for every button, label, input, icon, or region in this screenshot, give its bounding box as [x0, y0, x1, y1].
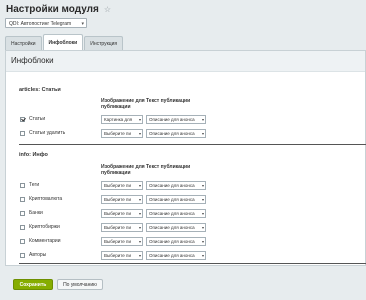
tab-instructions[interactable]: Инструкция: [84, 36, 124, 50]
tab-infoblocks[interactable]: Инфоблоки: [42, 34, 84, 50]
text-select[interactable]: Описание для анонса ▾: [146, 223, 206, 232]
iblock-checkbox[interactable]: [20, 182, 25, 188]
chevron-down-icon: ▾: [201, 253, 204, 258]
chevron-down-icon: ▾: [138, 253, 141, 258]
chevron-down-icon: ▾: [138, 211, 141, 216]
text-select[interactable]: Описание для анонса ▾: [146, 195, 206, 204]
iblock-row-label: Комментарии: [20, 238, 61, 244]
chevron-down-icon: ▾: [201, 183, 204, 188]
chevron-down-icon: ▾: [201, 131, 204, 136]
iblock-checkbox[interactable]: [20, 116, 25, 122]
chevron-down-icon: ▾: [138, 183, 141, 188]
iblock-checkbox[interactable]: [20, 196, 25, 202]
iblock-checkbox[interactable]: [20, 130, 25, 136]
iblock-row-label: Теги: [20, 182, 39, 188]
iblock-checkbox[interactable]: [20, 224, 25, 230]
iblock-checkbox[interactable]: [20, 252, 25, 258]
iblock-row-label: Авторы: [20, 252, 46, 258]
column-header-image: Изображение для публикации: [101, 98, 145, 110]
column-header-text: Текст публикации: [146, 98, 191, 104]
text-select[interactable]: Описание для анонса ▾: [146, 237, 206, 246]
page-title-text: Настройки модуля: [6, 4, 99, 15]
image-select[interactable]: Выберите пи ▾: [101, 251, 143, 260]
section-title-info: info: Инфо: [19, 152, 48, 158]
module-select[interactable]: QDI: Автопостинг Telegram ▾: [5, 18, 87, 28]
chevron-down-icon: ▾: [201, 225, 204, 230]
column-header-text: Текст публикации: [146, 164, 191, 170]
star-icon[interactable]: ☆: [104, 5, 111, 14]
image-select[interactable]: Выберите пи ▾: [101, 181, 143, 190]
image-select[interactable]: Выберите пи ▾: [101, 195, 143, 204]
page-title: Настройки модуля ☆: [6, 4, 111, 15]
chevron-down-icon: ▾: [201, 197, 204, 202]
iblock-checkbox[interactable]: [20, 210, 25, 216]
module-select-value: QDI: Автопостинг Telegram: [9, 21, 72, 27]
chevron-down-icon: ▾: [138, 197, 141, 202]
text-select[interactable]: Описание для анонса ▾: [146, 209, 206, 218]
save-button[interactable]: Сохранить: [13, 279, 53, 290]
infoblocks-panel: Инфоблоки articles: Статьи Изображение д…: [5, 50, 366, 266]
chevron-down-icon: ▾: [201, 211, 204, 216]
image-select[interactable]: Выберите пи ▾: [101, 129, 143, 138]
panel-title: Инфоблоки: [6, 51, 365, 72]
text-select[interactable]: Описание для анонса ▾: [146, 115, 206, 124]
tab-bar: Настройки Инфоблоки Инструкция: [5, 34, 124, 50]
iblock-row-label: Статьи: [20, 116, 45, 122]
tab-settings[interactable]: Настройки: [5, 36, 42, 50]
image-select[interactable]: Картинка для ▾: [101, 115, 143, 124]
default-button[interactable]: По умолчанию: [57, 279, 103, 290]
chevron-down-icon: ▾: [138, 225, 141, 230]
chevron-down-icon: ▾: [201, 117, 204, 122]
iblock-row-label: Статьи удалить: [20, 130, 65, 136]
column-header-image: Изображение для публикации: [101, 164, 145, 176]
iblock-row-label: Банки: [20, 210, 43, 216]
section-divider: [19, 144, 366, 145]
image-select[interactable]: Выберите пи ▾: [101, 223, 143, 232]
form-footer: Сохранить По умолчанию: [5, 266, 366, 300]
chevron-down-icon: ▾: [138, 117, 141, 122]
chevron-down-icon: ▾: [201, 239, 204, 244]
section-divider: [19, 263, 366, 264]
text-select[interactable]: Описание для анонса ▾: [146, 181, 206, 190]
iblock-row-label: Криптовалюта: [20, 196, 62, 202]
chevron-down-icon: ▾: [138, 131, 141, 136]
text-select[interactable]: Описание для анонса ▾: [146, 251, 206, 260]
section-title-articles: articles: Статьи: [19, 87, 61, 93]
iblock-checkbox[interactable]: [20, 238, 25, 244]
text-select[interactable]: Описание для анонса ▾: [146, 129, 206, 138]
chevron-down-icon: ▾: [138, 239, 141, 244]
image-select[interactable]: Выберите пи ▾: [101, 209, 143, 218]
iblock-row-label: Криптобиржи: [20, 224, 60, 230]
image-select[interactable]: Выберите пи ▾: [101, 237, 143, 246]
chevron-down-icon: ▾: [81, 21, 84, 27]
